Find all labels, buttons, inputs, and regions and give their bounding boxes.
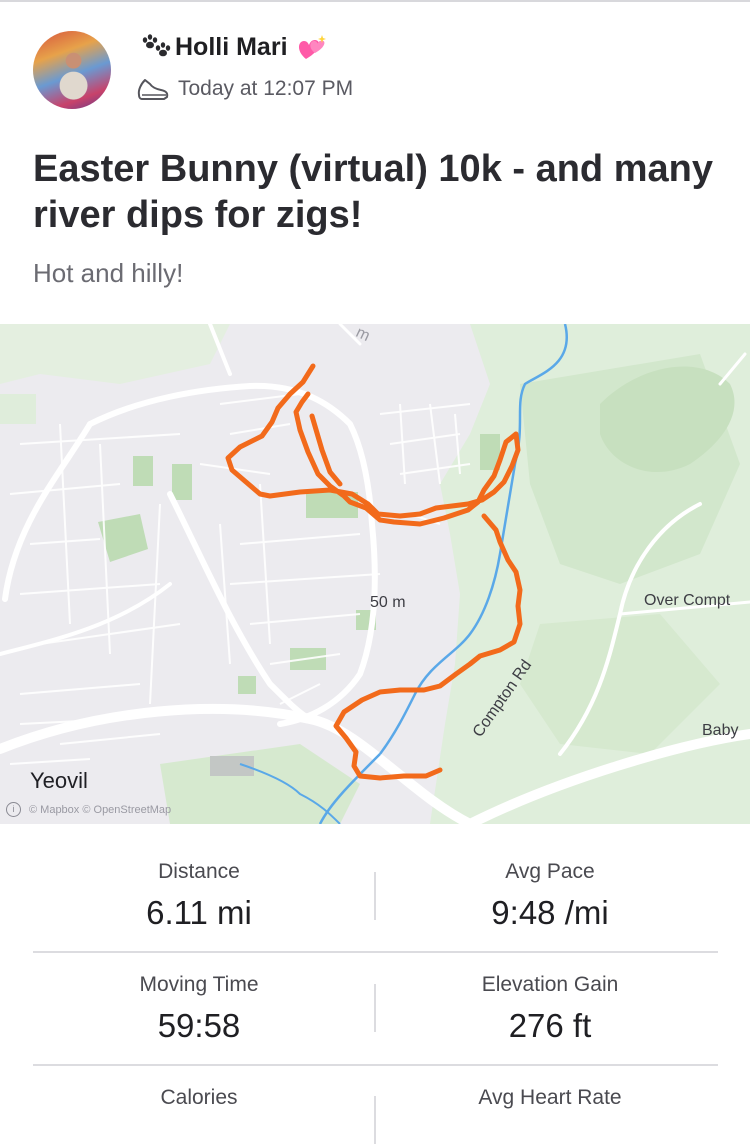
row-divider bbox=[33, 951, 718, 953]
stat-elevation-gain: Elevation Gain 276 ft bbox=[400, 973, 700, 1045]
author-row: Holli Mari bbox=[138, 32, 328, 62]
stat-avg-heart-rate: Avg Heart Rate bbox=[400, 1086, 700, 1110]
stat-value-moving-time: 59:58 bbox=[157, 1007, 241, 1044]
stat-value-avg-pace: 9:48 /mi bbox=[491, 894, 609, 931]
avatar[interactable] bbox=[33, 31, 111, 109]
timestamp-row: Today at 12:07 PM bbox=[136, 74, 353, 104]
info-icon[interactable]: i bbox=[6, 802, 21, 817]
stat-divider bbox=[374, 1096, 376, 1144]
stat-distance: Distance 6.11 mi bbox=[49, 860, 349, 932]
stat-value-elevation-gain: 276 ft bbox=[508, 1007, 592, 1044]
post-header: Holli Mari Today at 12:07 PM bbox=[0, 0, 750, 130]
stat-moving-time: Moving Time 59:58 bbox=[49, 973, 349, 1045]
paw-prints-icon bbox=[138, 33, 174, 61]
place-label-over-compton: Over Compt bbox=[644, 592, 731, 609]
stat-label-elevation-gain: Elevation Gain bbox=[481, 973, 619, 996]
map-attribution[interactable]: i © Mapbox © OpenStreetMap bbox=[6, 802, 171, 817]
stat-label-distance: Distance bbox=[158, 860, 240, 883]
town-label-yeovil: Yeovil bbox=[30, 768, 88, 793]
stat-label-avg-heart-rate: Avg Heart Rate bbox=[478, 1086, 622, 1109]
route-map[interactable]: m 50 m Over Compt Compton Rd Baby Yeovil… bbox=[0, 324, 750, 824]
map-canvas bbox=[0, 324, 750, 824]
stat-avg-pace: Avg Pace 9:48 /mi bbox=[400, 860, 700, 932]
place-label-baby: Baby bbox=[702, 722, 739, 739]
run-shoe-icon bbox=[136, 77, 170, 101]
activity-stats: Distance 6.11 mi Avg Pace 9:48 /mi Movin… bbox=[0, 824, 750, 1144]
contour-label-50m: 50 m bbox=[370, 594, 406, 611]
attribution-text: © Mapbox © OpenStreetMap bbox=[29, 803, 172, 816]
stat-divider bbox=[374, 984, 376, 1032]
row-divider bbox=[33, 1064, 718, 1066]
stat-divider bbox=[374, 872, 376, 920]
stat-value-distance: 6.11 mi bbox=[146, 894, 252, 931]
stat-label-calories: Calories bbox=[160, 1086, 238, 1109]
author-name[interactable]: Holli Mari bbox=[175, 33, 288, 62]
activity-description: Hot and hilly! bbox=[33, 258, 184, 288]
stat-label-moving-time: Moving Time bbox=[139, 973, 259, 996]
stat-label-avg-pace: Avg Pace bbox=[505, 860, 595, 883]
activity-title[interactable]: Easter Bunny (virtual) 10k - and many ri… bbox=[33, 146, 723, 238]
stat-calories: Calories bbox=[49, 1086, 349, 1110]
post-timestamp: Today at 12:07 PM bbox=[178, 77, 354, 100]
sparkling-heart-icon bbox=[296, 33, 328, 61]
